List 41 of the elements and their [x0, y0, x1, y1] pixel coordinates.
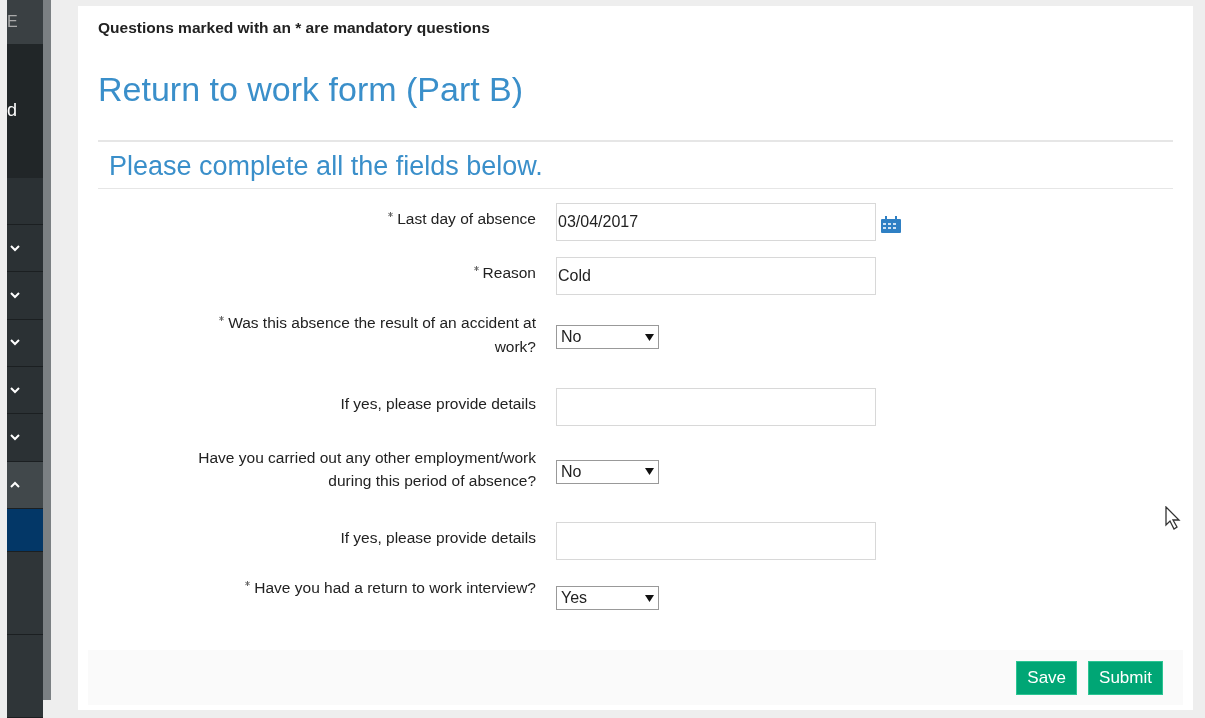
dropdown[interactable]: Yes: [556, 586, 659, 611]
sidebar-item[interactable]: [7, 366, 43, 415]
field-label: Have you had a return to work interview?: [254, 579, 536, 597]
form-title: Return to work form (Part B): [98, 69, 525, 111]
input-field[interactable]: [556, 522, 876, 561]
sidebar-header: E: [7, 12, 18, 33]
field-label: Was this absence the result of an accident at work?: [228, 314, 536, 355]
sidebar-item[interactable]: [7, 552, 43, 636]
calendar-icon[interactable]: [880, 216, 902, 235]
caret-icon: [645, 594, 654, 602]
sidebar-item[interactable]: [7, 319, 43, 367]
chevron-down-icon: [10, 386, 20, 394]
chevron-down-icon: [10, 339, 20, 347]
sidebar-item[interactable]: [7, 177, 43, 225]
field-label: Last day of absence: [397, 210, 536, 228]
sidebar-item[interactable]: [7, 224, 43, 273]
form-subtitle: Please complete all the fields below.: [109, 150, 544, 183]
chevron-down-icon: [10, 433, 20, 441]
input-field[interactable]: [556, 387, 876, 426]
chevron-down-icon: [10, 291, 20, 299]
sidebar-item[interactable]: [7, 414, 43, 462]
chevron-down-icon: [10, 244, 20, 252]
input-field[interactable]: Cold: [556, 257, 876, 296]
sidebar-item[interactable]: [7, 461, 43, 509]
cursor-icon: [1165, 506, 1181, 531]
scrollbar[interactable]: [43, 0, 51, 700]
sidebar-item[interactable]: [7, 508, 43, 553]
sidebar-item[interactable]: [7, 272, 43, 320]
caret-icon: [645, 333, 654, 341]
dropdown[interactable]: No: [556, 459, 659, 484]
chevron-up-icon: [10, 481, 20, 489]
mandatory-notice: Questions marked with an * are mandatory questions: [98, 18, 491, 38]
caret-icon: [645, 468, 654, 476]
sidebar-title: d: [7, 99, 17, 123]
field-label: If yes, please provide details: [340, 529, 536, 547]
dropdown[interactable]: No: [556, 325, 659, 350]
field-label: If yes, please provide details: [340, 394, 536, 412]
input-field[interactable]: 03/04/2017: [556, 203, 876, 242]
sidebar-item[interactable]: [7, 635, 43, 718]
field-label: Reason: [482, 264, 536, 282]
field-label: Have you carried out any other employment/work during this period of absence?: [198, 448, 536, 490]
